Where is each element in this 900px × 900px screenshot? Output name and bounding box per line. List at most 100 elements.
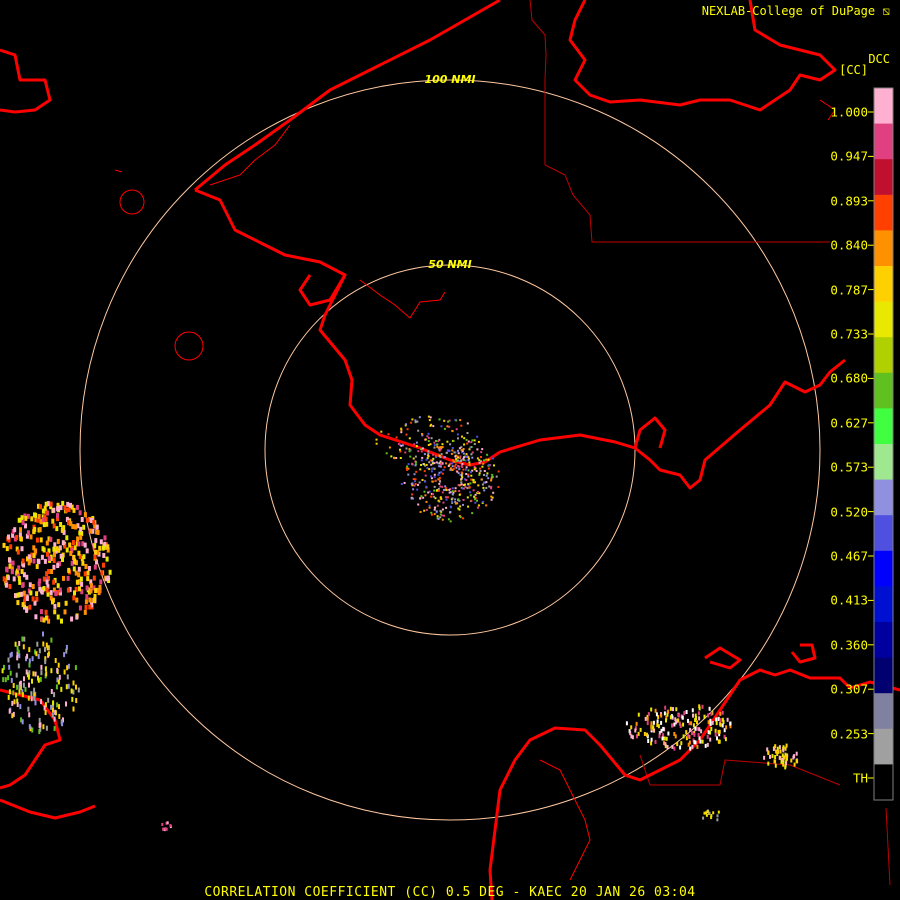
echo-pixel bbox=[61, 557, 64, 562]
echo-pixel bbox=[629, 731, 632, 736]
echo-pixel bbox=[28, 647, 31, 653]
echo-pixel bbox=[457, 456, 459, 459]
echo-pixel bbox=[105, 556, 109, 562]
legend-swatch bbox=[874, 194, 893, 231]
echo-pixel bbox=[45, 671, 48, 677]
legend-swatch bbox=[874, 88, 893, 125]
echo-pixel bbox=[687, 718, 689, 723]
echo-pixel bbox=[27, 706, 30, 712]
echo-pixel bbox=[468, 448, 471, 451]
echo-pixel bbox=[433, 446, 436, 449]
echo-pixel bbox=[85, 548, 89, 554]
ring-label-50: 50 NMI bbox=[428, 258, 471, 271]
echo-pixel bbox=[719, 722, 722, 727]
echo-pixel bbox=[666, 745, 669, 749]
echo-pixel bbox=[63, 669, 66, 675]
echo-pixel bbox=[102, 553, 106, 558]
echo-pixel bbox=[461, 465, 464, 468]
echo-pixel bbox=[18, 653, 21, 659]
echo-pixel bbox=[694, 718, 697, 723]
echo-pixel bbox=[439, 480, 442, 483]
echo-pixel bbox=[448, 450, 451, 453]
echo-pixel bbox=[56, 538, 60, 544]
echo-pixel bbox=[95, 524, 99, 530]
echo-pixel bbox=[658, 734, 661, 739]
echo-pixel bbox=[53, 692, 56, 698]
echo-pixel bbox=[448, 491, 451, 494]
echo-pixel bbox=[11, 560, 15, 566]
echo-pixel bbox=[421, 433, 424, 435]
echo-pixel bbox=[53, 552, 56, 558]
echo-pixel bbox=[470, 471, 472, 474]
legend-label: 0.360 bbox=[830, 637, 868, 653]
echo-pixel bbox=[427, 450, 430, 453]
echo-pixel bbox=[470, 453, 473, 456]
echo-pixel bbox=[467, 469, 470, 472]
echo-pixel bbox=[39, 519, 43, 525]
echo-pixel bbox=[475, 470, 478, 472]
echo-pixel bbox=[426, 435, 429, 438]
legend-label: 0.680 bbox=[830, 370, 868, 386]
echo-pixel bbox=[693, 732, 696, 737]
echo-pixel bbox=[650, 737, 653, 742]
echo-pixel bbox=[44, 710, 47, 715]
echo-pixel bbox=[74, 524, 78, 530]
echo-pixel bbox=[469, 491, 472, 494]
echo-pixel bbox=[487, 467, 490, 470]
echo-pixel bbox=[773, 759, 776, 764]
echo-pixel bbox=[56, 506, 60, 512]
echo-pixel bbox=[699, 739, 702, 744]
echo-pixel bbox=[411, 418, 414, 421]
echo-pixel bbox=[17, 517, 21, 523]
echo-pixel bbox=[462, 517, 465, 520]
echo-pixel bbox=[42, 641, 45, 647]
echo-pixel bbox=[400, 483, 403, 485]
echo-pixel bbox=[44, 659, 47, 665]
echo-pixel bbox=[26, 653, 29, 659]
echo-pixel bbox=[29, 534, 33, 540]
echo-pixel bbox=[94, 549, 98, 555]
echo-pixel bbox=[418, 416, 421, 419]
echo-pixel bbox=[793, 762, 796, 767]
echo-pixel bbox=[106, 575, 110, 581]
echo-pixel bbox=[13, 527, 17, 533]
echo-pixel bbox=[56, 702, 59, 708]
echo-pixel bbox=[393, 457, 396, 460]
echo-pixel bbox=[689, 746, 692, 751]
legend-swatch bbox=[874, 123, 893, 160]
echo-pixel bbox=[42, 522, 46, 528]
echo-pixel bbox=[50, 637, 53, 643]
echo-pixel bbox=[70, 688, 73, 694]
echo-pixel bbox=[711, 720, 714, 725]
echo-pixel bbox=[400, 431, 403, 434]
echo-pixel bbox=[471, 451, 474, 454]
echo-pixel bbox=[691, 708, 694, 713]
echo-pixel bbox=[437, 473, 440, 476]
echo-pixel bbox=[38, 717, 41, 723]
echo-pixel bbox=[395, 436, 398, 439]
echo-pixel bbox=[421, 447, 424, 450]
echo-pixel bbox=[428, 504, 431, 507]
echo-pixel bbox=[441, 491, 444, 494]
echo-pixel bbox=[779, 749, 782, 754]
echo-pixel bbox=[441, 443, 444, 446]
echo-pixel bbox=[473, 495, 476, 498]
echo-pixel bbox=[457, 452, 460, 455]
echo-pixel bbox=[51, 599, 54, 605]
echo-pixel bbox=[84, 604, 88, 610]
echo-pixel bbox=[409, 455, 412, 458]
echo-pixel bbox=[462, 457, 465, 460]
echo-pixel bbox=[84, 599, 88, 605]
echo-pixel bbox=[429, 443, 432, 446]
legend-label: 0.573 bbox=[830, 459, 868, 475]
echo-pixel bbox=[717, 810, 720, 814]
echo-pixel bbox=[102, 562, 105, 568]
echo-pixel bbox=[692, 713, 694, 718]
echo-pixel bbox=[79, 526, 83, 532]
echo-pixel bbox=[430, 463, 433, 466]
echo-pixel bbox=[27, 674, 30, 680]
echo-pixel bbox=[50, 704, 53, 710]
echo-pixel bbox=[719, 718, 722, 723]
echo-pixel bbox=[680, 741, 683, 746]
echo-pixel bbox=[28, 604, 32, 610]
